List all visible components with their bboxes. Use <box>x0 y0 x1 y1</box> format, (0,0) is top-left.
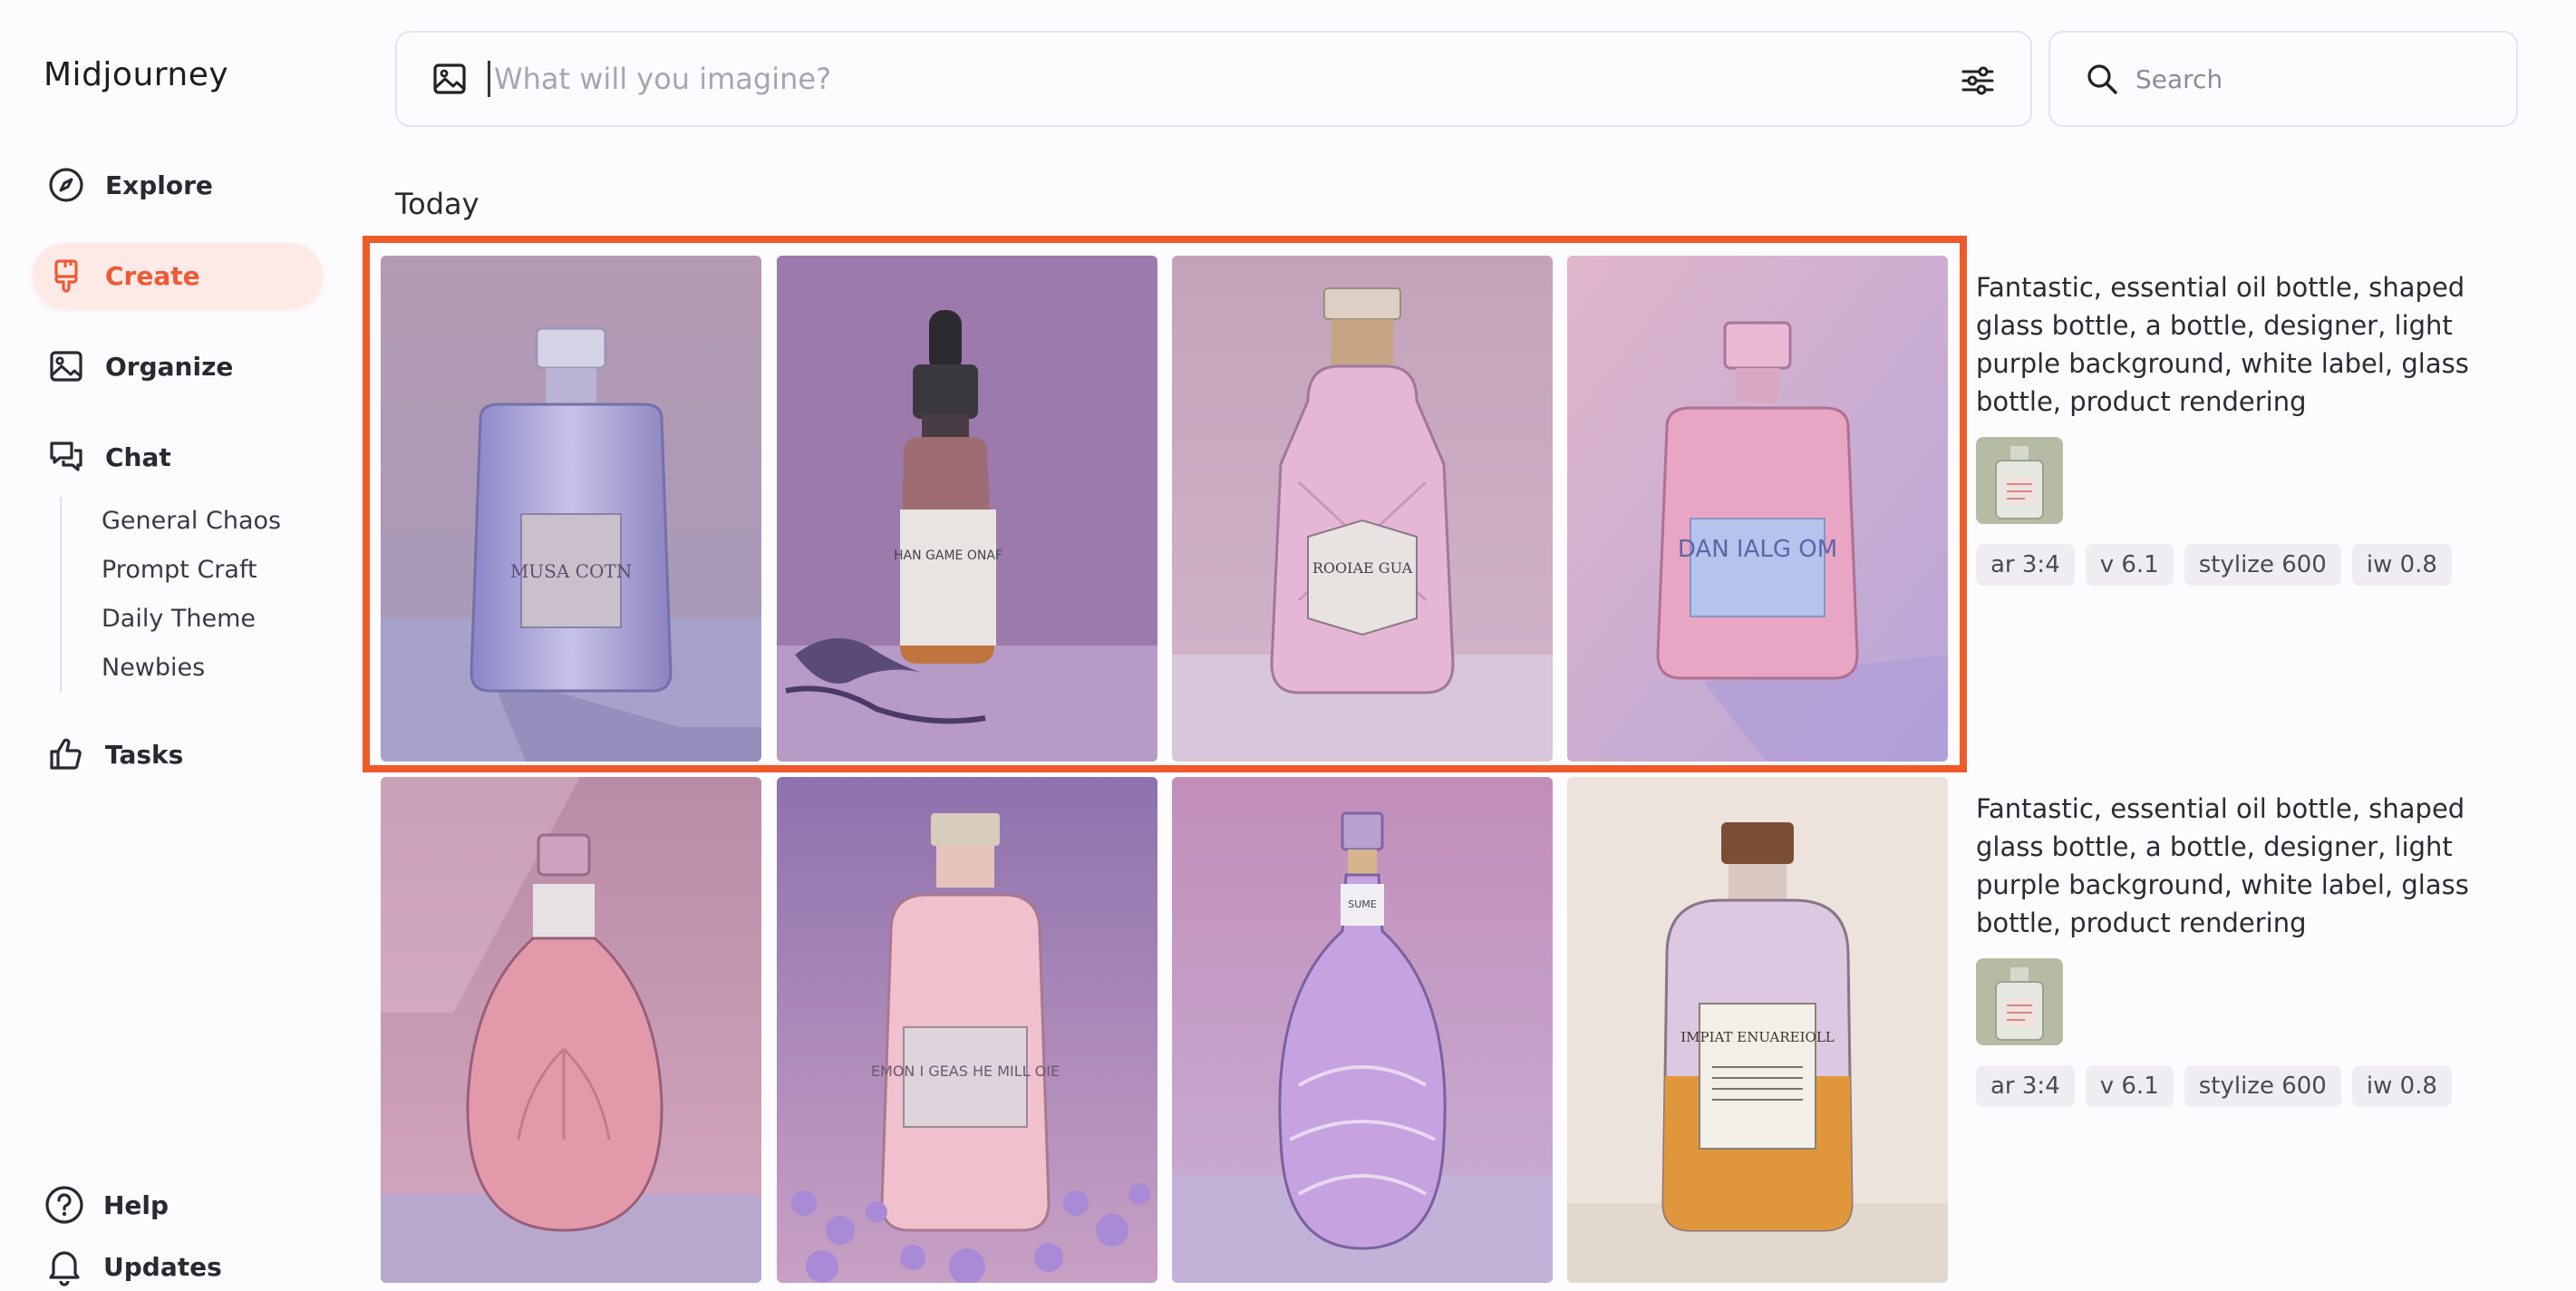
bottle-label-text: SUME <box>1348 898 1377 910</box>
param-tag-stylize[interactable]: stylize 600 <box>2184 544 2341 586</box>
search-icon <box>2087 64 2117 94</box>
sidebar-item-create[interactable]: Create <box>33 243 323 308</box>
sidebar-item-label: Create <box>105 260 200 291</box>
sidebar-item-label: Tasks <box>105 739 184 770</box>
sidebar-item-organize[interactable]: Organize <box>33 334 323 399</box>
param-tag-image-weight[interactable]: iw 0.8 <box>2351 544 2452 586</box>
sidebar-item-label: Organize <box>105 351 234 382</box>
param-tag-version[interactable]: v 6.1 <box>2085 1065 2174 1107</box>
bottle-label-text: EMON I GEAS HE MILL OIE <box>871 1063 1060 1080</box>
chat-bubbles-icon <box>47 438 85 476</box>
app-logo[interactable]: Midjourney <box>44 56 228 93</box>
param-tag-version[interactable]: v 6.1 <box>2085 544 2174 586</box>
sidebar-item-explore[interactable]: Explore <box>33 152 323 218</box>
search-box <box>2048 31 2518 127</box>
bottle-label-text: IMPIAT ENUAREIOLL <box>1680 1029 1835 1045</box>
search-input[interactable] <box>2135 63 2498 94</box>
chat-channel-newbies[interactable]: Newbies <box>102 644 281 693</box>
generated-image-2-2[interactable]: EMON I GEAS HE MILL OIE <box>777 777 1157 1283</box>
job-details-2: Fantastic, essential oil bottle, shaped … <box>1976 790 2538 1107</box>
chat-channel-list: General Chaos Prompt Craft Daily Theme N… <box>60 497 281 693</box>
param-tag-image-weight[interactable]: iw 0.8 <box>2351 1065 2452 1107</box>
text-caret <box>488 61 490 97</box>
sidebar-item-updates[interactable]: Updates <box>44 1246 222 1287</box>
job-details-1: Fantastic, essential oil bottle, shaped … <box>1976 268 2538 586</box>
param-tag-aspect-ratio[interactable]: ar 3:4 <box>1976 1065 2075 1107</box>
sidebar: Midjourney Explore Create Organize Chat <box>0 0 363 1291</box>
help-circle-icon <box>45 1186 83 1224</box>
sidebar-item-label: Help <box>103 1189 169 1220</box>
chat-channel-daily-theme[interactable]: Daily Theme <box>102 595 281 644</box>
sidebar-item-help[interactable]: Help <box>44 1184 169 1226</box>
chat-channel-prompt-craft[interactable]: Prompt Craft <box>102 546 281 595</box>
sidebar-item-chat[interactable]: Chat <box>33 424 323 490</box>
image-icon <box>47 347 85 385</box>
prompt-text[interactable]: Fantastic, essential oil bottle, shaped … <box>1976 268 2538 421</box>
paintbrush-icon <box>47 257 85 295</box>
param-tag-stylize[interactable]: stylize 600 <box>2184 1065 2341 1107</box>
thumbs-up-icon <box>47 735 85 773</box>
sidebar-item-tasks[interactable]: Tasks <box>33 722 323 787</box>
section-title-today: Today <box>395 187 479 221</box>
chat-channel-general-chaos[interactable]: General Chaos <box>102 497 281 546</box>
generated-image-2-4[interactable]: IMPIAT ENUAREIOLL <box>1567 777 1948 1283</box>
bell-icon <box>49 1251 80 1286</box>
image-upload-icon[interactable] <box>431 61 468 97</box>
app-root: Midjourney Explore Create Organize Chat <box>0 0 2576 1291</box>
imagine-prompt-input[interactable] <box>494 62 1890 96</box>
parameter-tags: ar 3:4 v 6.1 stylize 600 iw 0.8 <box>1976 544 2538 586</box>
compass-icon <box>47 166 85 204</box>
selection-highlight <box>363 236 1967 772</box>
sliders-settings-icon[interactable] <box>1960 63 1996 99</box>
generated-image-2-3[interactable]: SUME <box>1172 777 1553 1283</box>
sidebar-item-label: Explore <box>105 170 213 200</box>
reference-image-thumbnail[interactable] <box>1976 958 2063 1045</box>
generated-image-2-1[interactable] <box>381 777 761 1283</box>
sidebar-item-label: Chat <box>105 442 171 472</box>
reference-image-thumbnail[interactable] <box>1976 437 2063 524</box>
prompt-text[interactable]: Fantastic, essential oil bottle, shaped … <box>1976 790 2538 942</box>
param-tag-aspect-ratio[interactable]: ar 3:4 <box>1976 544 2075 586</box>
parameter-tags: ar 3:4 v 6.1 stylize 600 iw 0.8 <box>1976 1065 2538 1107</box>
sidebar-item-label: Updates <box>103 1251 222 1282</box>
imagine-bar <box>395 31 2032 127</box>
